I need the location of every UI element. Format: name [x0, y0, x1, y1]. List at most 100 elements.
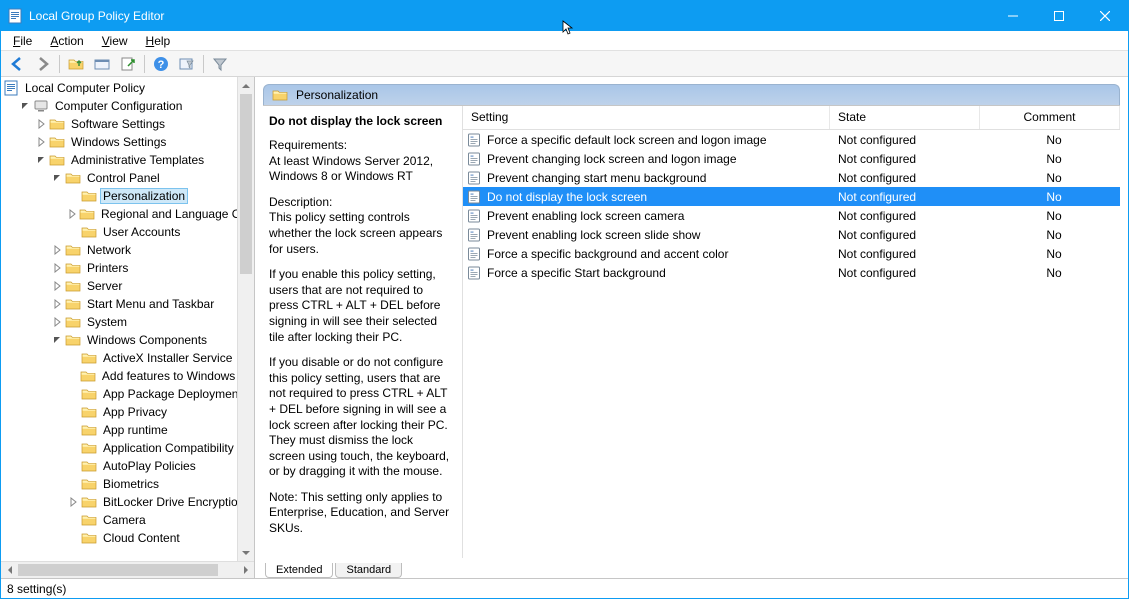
tab-extended[interactable]: Extended [265, 563, 333, 578]
close-button[interactable] [1082, 1, 1128, 31]
tree-item[interactable]: AutoPlay Policies [1, 457, 254, 475]
twisty-icon[interactable] [67, 442, 79, 454]
twisty-icon[interactable] [67, 226, 79, 238]
column-setting[interactable]: Setting [463, 106, 830, 129]
tree-item[interactable]: Control Panel [1, 169, 254, 187]
twisty-icon[interactable] [67, 190, 79, 202]
tree-item[interactable]: Biometrics [1, 475, 254, 493]
policy-row[interactable]: Prevent changing lock screen and logon i… [463, 149, 1120, 168]
twisty-icon[interactable] [67, 406, 79, 418]
list-header: Setting State Comment [463, 106, 1120, 130]
tree-item[interactable]: Application Compatibility [1, 439, 254, 457]
twisty-icon[interactable] [67, 496, 79, 508]
tree-item[interactable]: Cloud Content [1, 529, 254, 547]
twisty-icon[interactable] [51, 316, 63, 328]
tree-item[interactable]: App Privacy [1, 403, 254, 421]
tree-label: Cloud Content [101, 531, 182, 545]
twisty-icon[interactable] [35, 136, 47, 148]
tree-item[interactable]: Add features to Windows 10 [1, 367, 254, 385]
twisty-icon[interactable] [67, 514, 79, 526]
menu-view[interactable]: View [94, 32, 136, 50]
tree-item[interactable]: Personalization [1, 187, 254, 205]
separator [59, 55, 60, 73]
tree-item[interactable]: User Accounts [1, 223, 254, 241]
tree-item[interactable]: Camera [1, 511, 254, 529]
tree-label: Regional and Language Options [99, 207, 254, 221]
tree-item[interactable]: App Package Deployment [1, 385, 254, 403]
twisty-icon[interactable] [35, 154, 47, 166]
tree-item[interactable]: BitLocker Drive Encryption [1, 493, 254, 511]
tree-item[interactable]: Software Settings [1, 115, 254, 133]
twisty-icon[interactable] [35, 118, 47, 130]
column-comment[interactable]: Comment [980, 106, 1120, 129]
scroll-thumb[interactable] [18, 564, 218, 576]
twisty-icon[interactable] [51, 262, 63, 274]
twisty-icon[interactable] [67, 388, 79, 400]
filter-button[interactable] [208, 53, 232, 75]
tab-standard[interactable]: Standard [335, 563, 402, 578]
minimize-button[interactable] [990, 1, 1036, 31]
twisty-icon[interactable] [67, 424, 79, 436]
tree-item[interactable]: Regional and Language Options [1, 205, 254, 223]
twisty-icon[interactable] [51, 244, 63, 256]
menu-help[interactable]: Help [138, 32, 179, 50]
filter-options-button[interactable] [175, 53, 199, 75]
scroll-right-icon[interactable] [237, 562, 254, 578]
tree-item[interactable]: Printers [1, 259, 254, 277]
description-p3: If you disable or do not configure this … [269, 355, 452, 480]
policy-row[interactable]: Force a specific Start backgroundNot con… [463, 263, 1120, 282]
tree-item[interactable]: Computer Configuration [1, 97, 254, 115]
policy-row[interactable]: Force a specific default lock screen and… [463, 130, 1120, 149]
status-text: 8 setting(s) [7, 582, 66, 596]
tree-item[interactable]: Windows Components [1, 331, 254, 349]
tree-item[interactable]: Administrative Templates [1, 151, 254, 169]
twisty-icon[interactable] [67, 532, 79, 544]
scroll-down-icon[interactable] [238, 544, 254, 561]
policy-row[interactable]: Prevent enabling lock screen cameraNot c… [463, 206, 1120, 225]
statusbar: 8 setting(s) [1, 578, 1128, 598]
scroll-thumb[interactable] [240, 94, 252, 274]
scroll-up-icon[interactable] [238, 77, 254, 94]
tree-item[interactable]: Start Menu and Taskbar [1, 295, 254, 313]
tree-root[interactable]: Local Computer Policy [1, 79, 254, 97]
policy-row[interactable]: Prevent enabling lock screen slide showN… [463, 225, 1120, 244]
policy-state: Not configured [830, 171, 980, 185]
properties-button[interactable] [90, 53, 114, 75]
menu-file[interactable]: Fdocument.currentScript.previousSibling.… [5, 32, 40, 50]
twisty-icon[interactable] [67, 352, 79, 364]
tree[interactable]: Local Computer PolicyComputer Configurat… [1, 77, 254, 549]
help-button[interactable] [149, 53, 173, 75]
toolbar [1, 51, 1128, 77]
column-state[interactable]: State [830, 106, 980, 129]
tree-item[interactable]: ActiveX Installer Service [1, 349, 254, 367]
twisty-icon[interactable] [67, 460, 79, 472]
export-button[interactable] [116, 53, 140, 75]
vertical-scrollbar[interactable] [237, 77, 254, 561]
policy-row[interactable]: Do not display the lock screenNot config… [463, 187, 1120, 206]
menu-action[interactable]: Action [42, 32, 91, 50]
up-button[interactable] [64, 53, 88, 75]
maximize-button[interactable] [1036, 1, 1082, 31]
twisty-icon[interactable] [51, 298, 63, 310]
folder-icon [272, 87, 288, 103]
titlebar[interactable]: Local Group Policy Editor [1, 1, 1128, 31]
twisty-icon[interactable] [67, 370, 78, 382]
policy-row[interactable]: Prevent changing start menu backgroundNo… [463, 168, 1120, 187]
policy-row[interactable]: Force a specific background and accent c… [463, 244, 1120, 263]
horizontal-scrollbar[interactable] [1, 561, 254, 578]
policy-name: Force a specific Start background [487, 266, 666, 280]
tree-item[interactable]: Server [1, 277, 254, 295]
tree-item[interactable]: Network [1, 241, 254, 259]
twisty-icon[interactable] [51, 172, 63, 184]
forward-button[interactable] [31, 53, 55, 75]
twisty-icon[interactable] [51, 334, 63, 346]
back-button[interactable] [5, 53, 29, 75]
scroll-left-icon[interactable] [1, 562, 18, 578]
tree-item[interactable]: Windows Settings [1, 133, 254, 151]
tree-item[interactable]: System [1, 313, 254, 331]
twisty-icon[interactable] [19, 100, 31, 112]
tree-item[interactable]: App runtime [1, 421, 254, 439]
twisty-icon[interactable] [67, 478, 79, 490]
twisty-icon[interactable] [67, 208, 77, 220]
twisty-icon[interactable] [51, 280, 63, 292]
